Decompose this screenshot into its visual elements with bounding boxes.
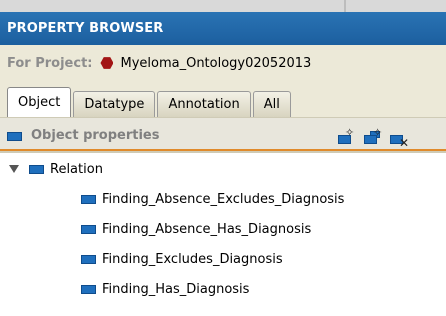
create-subproperty-button[interactable]: ✧ xyxy=(362,126,383,147)
object-property-icon xyxy=(81,194,96,204)
star-icon: ✧ xyxy=(373,126,383,139)
tree-row-label: Finding_Absence_Has_Diagnosis xyxy=(102,221,312,237)
tab-annotation[interactable]: Annotation xyxy=(157,91,251,117)
project-row: For Project: Myeloma_Ontology02052013 xyxy=(7,54,311,72)
create-property-button[interactable]: ✧ xyxy=(336,126,356,147)
expand-toggle-icon[interactable] xyxy=(9,165,19,173)
tree-row-label: Finding_Absence_Excludes_Diagnosis xyxy=(102,191,345,207)
object-property-icon xyxy=(81,254,96,264)
splitter[interactable] xyxy=(344,0,346,12)
section-title: Object properties xyxy=(31,128,160,143)
project-hexagon-icon xyxy=(100,57,114,69)
tab-strip: Object Datatype Annotation All xyxy=(7,87,293,117)
property-tree[interactable]: Relation Finding_Absence_Excludes_Diagno… xyxy=(0,152,446,316)
tree-row[interactable]: Finding_Has_Diagnosis xyxy=(81,277,249,301)
object-property-icon xyxy=(81,284,96,294)
project-label: For Project: xyxy=(7,55,93,71)
panel-title: PROPERTY BROWSER xyxy=(7,21,164,36)
tree-row-label: Finding_Has_Diagnosis xyxy=(102,281,250,297)
tree-row-root[interactable]: Relation xyxy=(9,157,103,181)
panel-title-bar: PROPERTY BROWSER xyxy=(0,12,446,45)
tree-row[interactable]: Finding_Excludes_Diagnosis xyxy=(81,247,283,271)
project-name: Myeloma_Ontology02052013 xyxy=(120,55,312,71)
delete-property-button[interactable]: ✕ xyxy=(388,129,410,150)
object-property-icon xyxy=(81,224,96,234)
tab-all[interactable]: All xyxy=(252,91,291,117)
section-header: Object properties ✧ ✧ ✕ xyxy=(0,117,446,151)
tree-row-label: Relation xyxy=(50,161,103,177)
close-icon: ✕ xyxy=(399,136,410,150)
star-icon: ✧ xyxy=(345,126,355,139)
tree-row[interactable]: Finding_Absence_Has_Diagnosis xyxy=(81,217,311,241)
object-property-icon xyxy=(29,164,44,174)
tree-row-label: Finding_Excludes_Diagnosis xyxy=(102,251,283,267)
window-top-strip xyxy=(0,0,446,12)
tree-row[interactable]: Finding_Absence_Excludes_Diagnosis xyxy=(81,187,344,211)
object-property-icon xyxy=(7,132,22,141)
tab-object[interactable]: Object xyxy=(7,87,72,117)
tab-datatype[interactable]: Datatype xyxy=(73,91,156,117)
